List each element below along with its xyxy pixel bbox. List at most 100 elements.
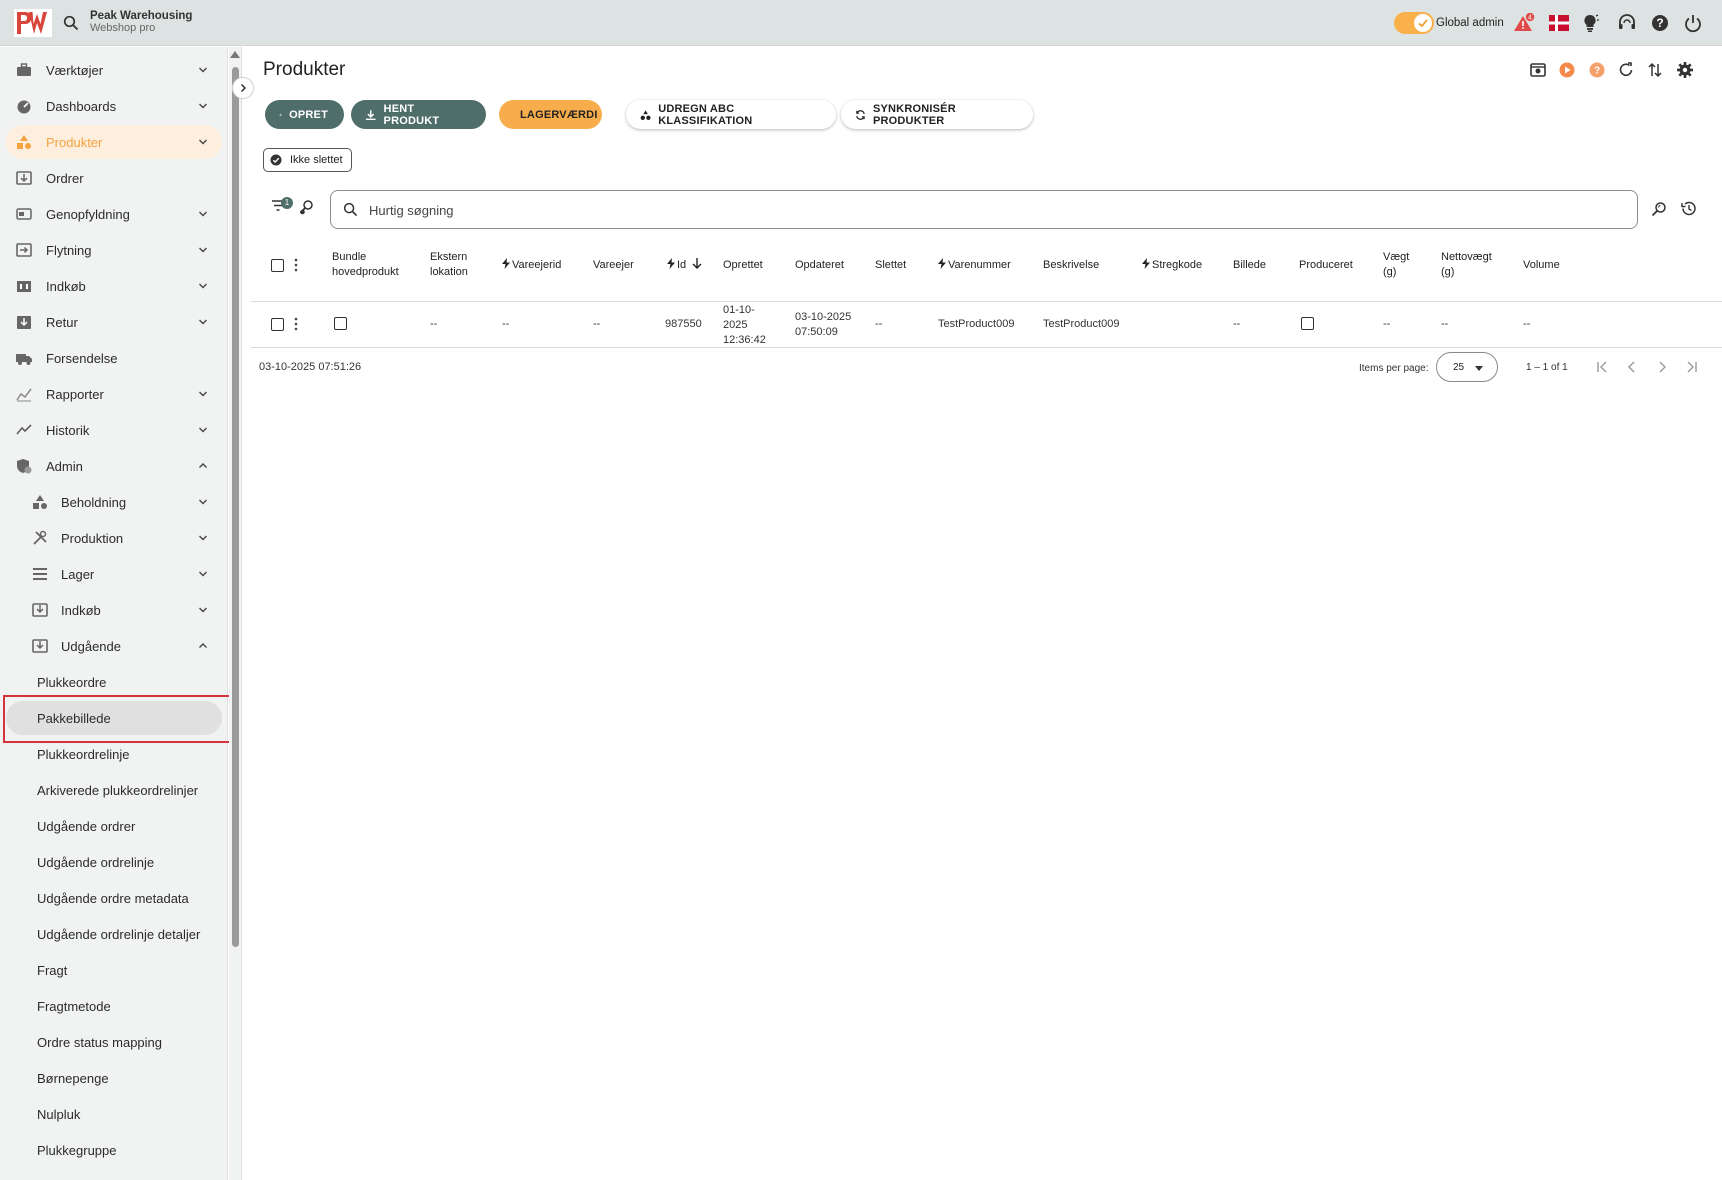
col-deleted[interactable]: Slettet [875, 258, 906, 273]
sidebar-item-udgaaende-ordrelinje-detaljer[interactable]: Udgående ordrelinje detaljer [6, 917, 222, 951]
lightning-icon [1142, 258, 1150, 269]
sidebar-item-udgaaende-ordre-metadata[interactable]: Udgående ordre metadata [6, 881, 222, 915]
col-barcode[interactable]: Stregkode [1142, 258, 1202, 273]
col-image[interactable]: Billede [1233, 258, 1266, 273]
sidebar-item-ordrer[interactable]: Ordrer [6, 161, 222, 195]
shapes-icon [17, 135, 31, 149]
col-net-weight[interactable]: Nettovægt (g) [1441, 250, 1492, 280]
filter-chip-not-deleted[interactable]: Ikke slettet [263, 148, 352, 172]
fetch-product-button[interactable]: HENT PRODUKT [351, 100, 486, 129]
sidebar-item-udgaaende-ordrer[interactable]: Udgående ordrer [6, 809, 222, 843]
select-all-checkbox[interactable] [271, 259, 284, 272]
sidebar-item-produktion[interactable]: Produktion [6, 521, 222, 555]
sidebar-item-flytning[interactable]: Flytning [6, 233, 222, 267]
col-external-location[interactable]: Ekstern lokation [430, 250, 468, 280]
items-per-page-select[interactable]: 25 [1436, 352, 1498, 382]
play-video-icon[interactable] [1558, 61, 1576, 79]
cell-weight: -- [1383, 318, 1391, 330]
more-vert-icon[interactable] [294, 258, 298, 272]
sidebar-item-udgaaende[interactable]: Udgående [6, 629, 222, 663]
col-id[interactable]: Id [667, 258, 704, 273]
create-button[interactable]: OPRET [265, 100, 344, 129]
col-owner[interactable]: Vareejer [593, 258, 634, 273]
chevron-down-icon [199, 103, 207, 109]
sidebar-item-produkter[interactable]: Produkter [6, 125, 222, 159]
sidebar-item-indkoeb[interactable]: Indkøb [6, 269, 222, 303]
help-icon[interactable]: ? [1650, 13, 1670, 33]
last-page-icon[interactable] [1685, 360, 1699, 374]
sidebar-item-forsendelse[interactable]: Forsendelse [6, 341, 222, 375]
sidebar-item-ordre-status-mapping[interactable]: Ordre status mapping [6, 1025, 222, 1059]
sidebar-item-dashboards[interactable]: Dashboards [6, 89, 222, 123]
col-owner-id[interactable]: Vareejerid [502, 258, 561, 273]
advanced-search-icon[interactable] [1651, 201, 1667, 217]
sidebar-item-arkiverede-plukkeordrelinjer[interactable]: Arkiverede plukkeordrelinjer [6, 773, 222, 807]
sidebar-item-fragtmetode[interactable]: Fragtmetode [6, 989, 222, 1023]
chevron-down-icon [199, 391, 207, 397]
power-logout-icon[interactable] [1683, 13, 1703, 33]
alert-notification-icon[interactable]: 4 [1513, 13, 1535, 33]
sidebar-scrollbar[interactable] [229, 47, 242, 1180]
sidebar-item-indkoeb-admin[interactable]: Indkøb [6, 593, 222, 627]
col-description[interactable]: Beskrivelse [1043, 258, 1099, 273]
sync-products-button-label: SYNKRONISÉR PRODUKTER [872, 102, 956, 127]
more-vert-icon[interactable] [294, 317, 298, 331]
search-icon[interactable] [63, 15, 79, 31]
col-bundle-main-product[interactable]: Bundle hovedprodukt [332, 250, 399, 280]
sidebar-item-historik[interactable]: Historik [6, 413, 222, 447]
sidebar-item-plukkegruppe[interactable]: Plukkegruppe [6, 1133, 222, 1167]
preview-icon[interactable] [1529, 61, 1547, 79]
scroll-up-arrow-icon[interactable] [230, 51, 240, 58]
col-updated[interactable]: Opdateret [795, 258, 844, 273]
help-circle-icon[interactable]: ? [1588, 61, 1606, 79]
settings-gear-icon[interactable] [1676, 61, 1694, 79]
table-row[interactable]: -- -- -- 987550 01-10- 2025 12:36:42 03-… [251, 302, 1722, 348]
bundle-main-product-checkbox[interactable] [334, 317, 347, 330]
search-history-icon[interactable] [1680, 200, 1697, 217]
next-page-icon[interactable] [1655, 360, 1669, 374]
dropdown-caret-icon [1475, 366, 1483, 371]
refresh-icon[interactable] [1617, 61, 1635, 79]
abc-classification-button[interactable]: UDREGN ABC KLASSIFIKATION [626, 100, 836, 129]
support-headset-icon[interactable] [1617, 13, 1637, 33]
sidebar-item-nulpluk[interactable]: Nulpluk [6, 1097, 222, 1131]
col-header-line: Vægt [1383, 251, 1410, 263]
sidebar-item-plukkeordre[interactable]: Plukkeordre [6, 665, 222, 699]
user-search-icon[interactable] [299, 199, 315, 215]
col-produced[interactable]: Produceret [1299, 258, 1353, 273]
col-header-label: Vareejerid [512, 259, 562, 271]
col-volume[interactable]: Volume [1523, 258, 1560, 273]
sidebar-item-admin[interactable]: Admin [6, 449, 222, 483]
stock-value-button[interactable]: LAGERVÆRDI [499, 100, 602, 129]
sidebar-item-vaerktoejer[interactable]: Værktøjer [6, 53, 222, 87]
sync-products-button[interactable]: SYNKRONISÉR PRODUKTER [841, 100, 1033, 129]
sidebar-item-udgaaende-ordrelinje[interactable]: Udgående ordrelinje [6, 845, 222, 879]
col-weight[interactable]: Vægt (g) [1383, 250, 1409, 280]
sidebar-item-fragt[interactable]: Fragt [6, 953, 222, 987]
chart-icon [16, 388, 32, 402]
quick-search-input[interactable] [369, 200, 1569, 220]
sidebar-item-genopfyldning[interactable]: Genopfyldning [6, 197, 222, 231]
quick-search-field[interactable] [330, 190, 1638, 229]
sidebar-item-boernepenge[interactable]: Børnepenge [6, 1061, 222, 1095]
scrollbar-thumb[interactable] [232, 67, 239, 947]
sidebar-item-rapporter[interactable]: Rapporter [6, 377, 222, 411]
global-admin-toggle[interactable] [1394, 12, 1434, 34]
produced-checkbox[interactable] [1301, 317, 1314, 330]
previous-page-icon[interactable] [1625, 360, 1639, 374]
first-page-icon[interactable] [1595, 360, 1609, 374]
row-select-checkbox[interactable] [271, 318, 284, 331]
danish-flag-icon[interactable] [1549, 13, 1569, 33]
chevron-down-icon [199, 571, 207, 577]
sort-arrows-icon[interactable] [1646, 61, 1664, 79]
sidebar-item-lager[interactable]: Lager [6, 557, 222, 591]
sidebar-item-beholdning[interactable]: Beholdning [6, 485, 222, 519]
col-header-line: hovedprodukt [332, 266, 399, 278]
col-created[interactable]: Oprettet [723, 258, 763, 273]
lightbulb-icon[interactable] [1581, 13, 1601, 33]
cell-created: 01-10- 2025 12:36:42 [723, 303, 766, 348]
sidebar-item-retur[interactable]: Retur [6, 305, 222, 339]
peak-warehousing-logo[interactable] [14, 9, 52, 37]
top-bar: Peak Warehousing Webshop pro Global admi… [0, 0, 1722, 46]
col-item-number[interactable]: Varenummer [938, 258, 1011, 273]
